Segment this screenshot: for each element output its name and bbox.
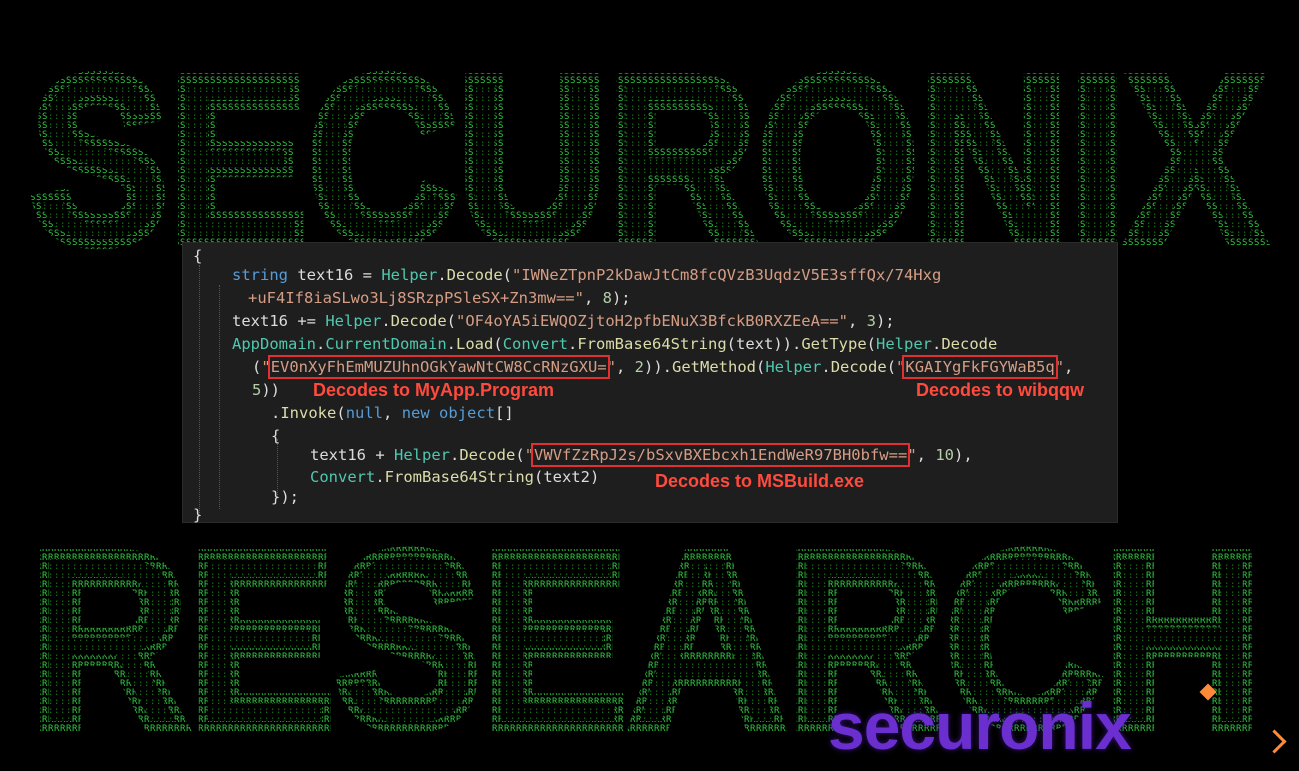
annotation-myapp-program: Decodes to MyApp.Program [313, 380, 555, 400]
code-class: Helper [765, 358, 822, 376]
code-number: 8 [602, 289, 612, 307]
code-class: Helper [381, 266, 438, 284]
code-class: CurrentDomain [325, 335, 447, 353]
encoded-msbuild-string: VWVfZzRpJ2s/bSxvBXEbcxh1EndWeR97BH0bfw== [531, 443, 911, 467]
code-function: Decode [941, 335, 998, 353]
annotation-msbuild: Decodes to MSBuild.exe [655, 471, 865, 491]
code-class: Helper [325, 312, 382, 330]
code-line-5: AppDomain.CurrentDomain.Load(Convert.Fro… [232, 335, 998, 353]
indent-guide [219, 285, 220, 509]
indent-guide [199, 265, 200, 515]
code-line-10: text16 + Helper.Decode("VWVfZzRpJ2s/bSxv… [310, 443, 973, 467]
code-keyword: new [401, 404, 430, 422]
code-function: GetType [801, 335, 867, 353]
code-line-12: }); [271, 487, 299, 507]
code-number: 5 [252, 381, 262, 399]
code-text: text16 = [288, 266, 382, 284]
code-line-1: { [193, 246, 202, 266]
code-text: . [437, 266, 447, 284]
code-line-11: Convert.FromBase64String(text2) [310, 468, 600, 486]
code-text: ( [502, 266, 513, 284]
annotation-wibqqw: Decodes to wibqqw [916, 380, 1085, 400]
code-string: "OF4oYA5iEWQOZjtoH2pfbENuX3BfckB0RXZEeA=… [456, 312, 848, 330]
code-string: +uF4If8iaSLwo3Lj8SRzpPSleSX+Zn3mw==" [248, 289, 584, 307]
code-text: (text2) [533, 468, 600, 486]
code-function: Invoke [280, 404, 337, 422]
code-keyword: object [439, 404, 496, 422]
securonix-logo: securonix [828, 689, 1132, 763]
code-class: Helper [876, 335, 932, 353]
code-line-13: } [193, 505, 202, 525]
ascii-securonix-art: S : SECURONIX [30, 30, 1270, 270]
code-line-4: text16 += Helper.Decode("OF4oYA5iEWQOZjt… [232, 312, 895, 330]
code-line-3: +uF4If8iaSLwo3Lj8SRzpPSleSX+Zn3mw==", 8)… [248, 288, 631, 308]
code-function: FromBase64String [577, 335, 727, 353]
code-string: " [606, 358, 616, 376]
code-text: text16 + [310, 446, 394, 464]
code-function: Decode [446, 266, 503, 284]
code-keyword: string [232, 266, 288, 284]
code-brace: { [193, 247, 203, 265]
code-class: Helper [394, 446, 450, 464]
code-string: "IWNeZTpnP2kDawJtCm8fcQVzB3UqdzV5E3sffQx… [512, 266, 942, 284]
code-function: Load [456, 335, 494, 353]
code-line-9: { [271, 426, 280, 446]
code-line-8: .Invoke(null, new object[] [271, 404, 514, 422]
encoded-program-string: EV0nXyFhEmMUZUhnOGkYawNtCW8CcRNzGXU= [267, 355, 610, 379]
code-class: AppDomain [232, 335, 316, 353]
code-function: Decode [830, 358, 887, 376]
code-class: Convert [502, 335, 569, 353]
encoded-method-string: KGAIYgFkFGYWaB5q [902, 355, 1058, 379]
code-number: 3 [866, 312, 876, 330]
ascii-art-top: S : SECURONIX [30, 30, 1270, 270]
code-string: " [261, 358, 271, 376]
code-text: (text)). [726, 335, 802, 353]
code-line-6: ("EV0nXyFhEmMUZUhnOGkYawNtCW8CcRNzGXU=",… [252, 355, 1074, 379]
code-line-2: string text16 = Helper.Decode("IWNeZTpnP… [232, 265, 941, 285]
code-number: 10 [935, 446, 954, 464]
code-text: ); [611, 289, 631, 307]
code-keyword: null [345, 404, 384, 422]
code-line-7: 5)) [252, 381, 281, 399]
code-number: 2 [634, 358, 644, 376]
code-text: , [583, 289, 603, 307]
code-text: text16 += [232, 312, 326, 330]
code-function: Decode [459, 446, 516, 464]
ascii-word-top: SECURONIX [30, 30, 1265, 270]
code-text: }); [271, 488, 299, 506]
code-brace: { [271, 427, 281, 445]
code-function: Decode [390, 312, 447, 330]
code-class: Convert [310, 468, 376, 486]
code-function: GetMethod [672, 358, 756, 376]
code-function: FromBase64String [384, 468, 534, 486]
code-brace: } [193, 506, 203, 524]
code-screenshot-panel: { string text16 = Helper.Decode("IWNeZTp… [183, 243, 1117, 525]
